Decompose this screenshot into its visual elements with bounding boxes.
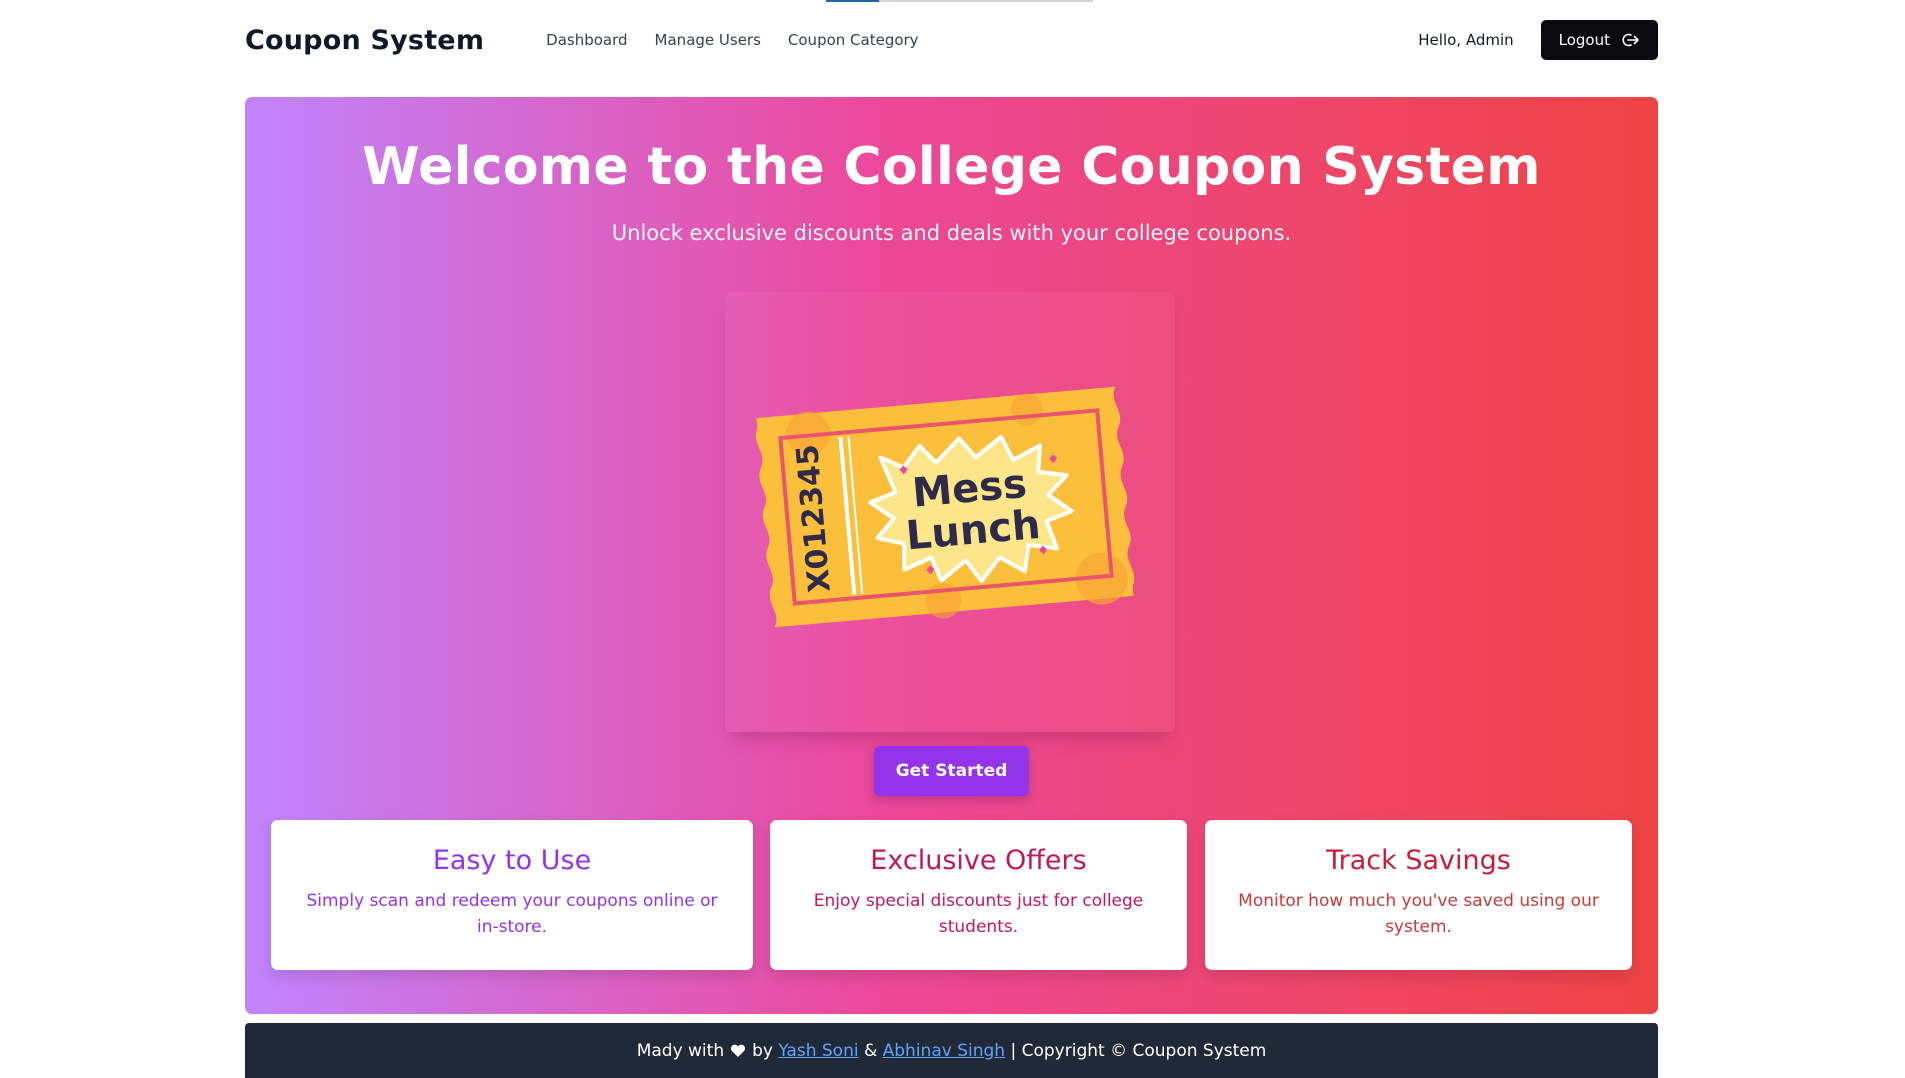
feature-title: Track Savings <box>1326 845 1511 876</box>
page-load-progress <box>826 0 1093 2</box>
footer-prefix: Mady with <box>636 1040 725 1061</box>
logout-button[interactable]: Logout <box>1540 20 1658 60</box>
hero-title: Welcome to the College Coupon System <box>362 137 1541 197</box>
author-link-abhinav-singh[interactable]: Abhinav Singh <box>883 1041 1005 1061</box>
page-load-progress-fill <box>826 0 880 2</box>
hero-section: Welcome to the College Coupon System Unl… <box>245 97 1658 1014</box>
heart-icon <box>730 1044 746 1058</box>
logout-icon <box>1622 32 1640 48</box>
get-started-button[interactable]: Get Started <box>874 746 1029 796</box>
author-link-yash-soni[interactable]: Yash Soni <box>778 1041 858 1061</box>
page-footer: Mady with by Yash Soni & Abhinav Singh |… <box>245 1023 1658 1078</box>
mess-lunch-coupon-image: X012345 Mess Lunch <box>755 386 1135 628</box>
top-navbar: Coupon System Dashboard Manage Users Cou… <box>245 18 1658 62</box>
nav-link-dashboard[interactable]: Dashboard <box>546 31 627 49</box>
feature-card-track-savings: Track Savings Monitor how much you've sa… <box>1205 820 1632 970</box>
feature-title: Exclusive Offers <box>870 845 1087 876</box>
hero-subtitle: Unlock exclusive discounts and deals wit… <box>611 221 1292 245</box>
feature-card-easy-to-use: Easy to Use Simply scan and redeem your … <box>271 820 753 970</box>
feature-desc: Monitor how much you've saved using our … <box>1238 891 1599 937</box>
feature-desc: Simply scan and redeem your coupons onli… <box>306 891 718 937</box>
logout-label: Logout <box>1558 31 1610 49</box>
feature-card-exclusive-offers: Exclusive Offers Enjoy special discounts… <box>770 820 1187 970</box>
feature-title: Easy to Use <box>432 845 592 876</box>
nav-links: Dashboard Manage Users Coupon Category <box>546 31 918 49</box>
footer-ampersand: & <box>863 1040 878 1061</box>
feature-desc: Enjoy special discounts just for college… <box>813 891 1144 937</box>
nav-right: Hello, Admin Logout <box>1418 20 1658 60</box>
nav-link-manage-users[interactable]: Manage Users <box>655 31 761 49</box>
footer-by: by <box>752 1040 773 1061</box>
user-greeting: Hello, Admin <box>1418 31 1514 49</box>
brand-logo-text[interactable]: Coupon System <box>245 25 484 56</box>
nav-link-coupon-category[interactable]: Coupon Category <box>788 31 919 49</box>
footer-copyright: | Copyright © Coupon System <box>1010 1040 1267 1061</box>
coupon-image-card: X012345 Mess Lunch <box>725 292 1175 732</box>
